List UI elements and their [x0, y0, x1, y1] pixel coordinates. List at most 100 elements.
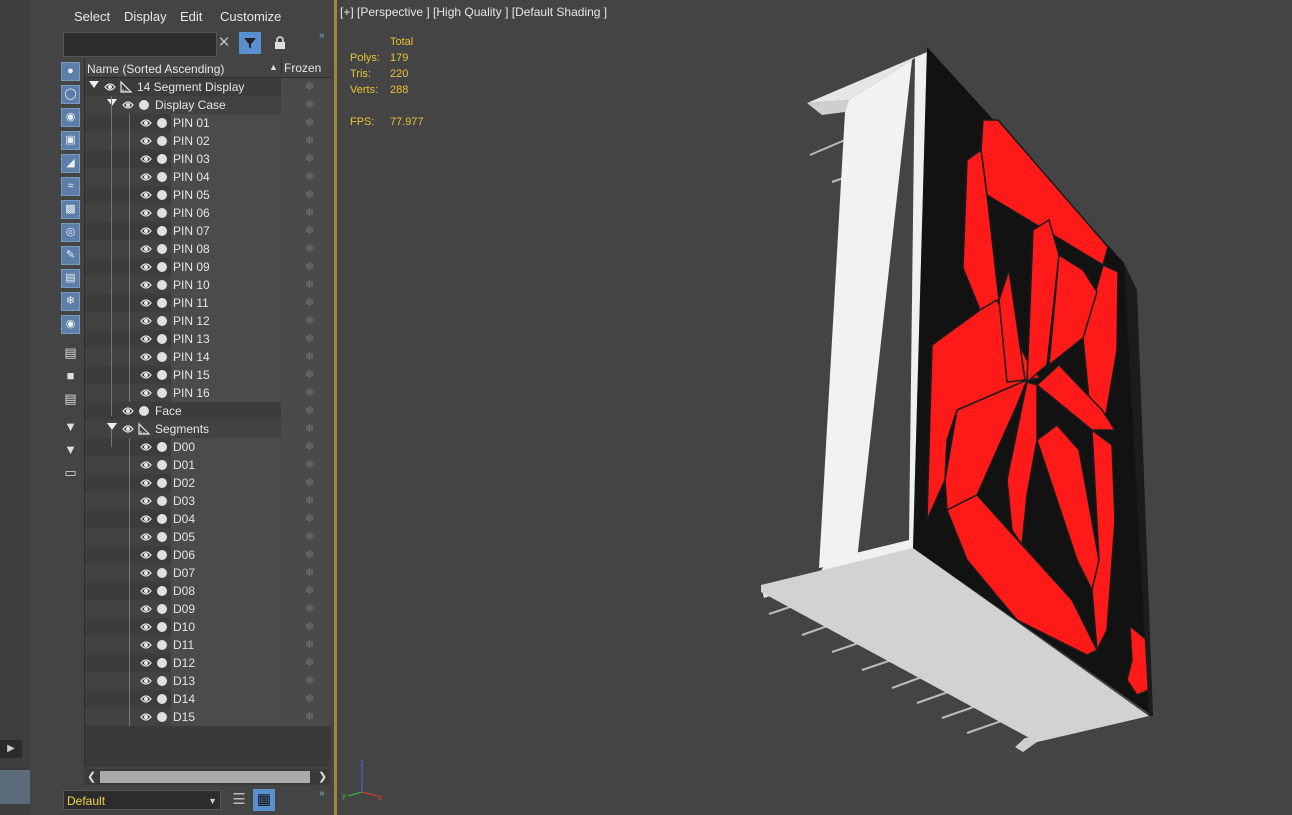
- tree-row-label[interactable]: D13: [171, 672, 195, 690]
- tree-row[interactable]: PIN 12 ❄: [85, 312, 331, 330]
- eye-icon[interactable]: [122, 99, 134, 111]
- eye-icon[interactable]: [140, 333, 152, 345]
- eye-icon[interactable]: [140, 135, 152, 147]
- snowflake-icon[interactable]: ❄: [305, 224, 314, 237]
- eye-icon[interactable]: [140, 117, 152, 129]
- menu-edit[interactable]: Edit: [180, 9, 202, 24]
- tree-row-label[interactable]: D06: [171, 546, 195, 564]
- tree-row[interactable]: D13 ❄: [85, 672, 331, 690]
- expand-toggle-icon[interactable]: [89, 81, 99, 88]
- list-icon[interactable]: ▤: [61, 344, 80, 363]
- horizontal-scrollbar[interactable]: ❮ ❯: [84, 769, 330, 785]
- snowflake-icon[interactable]: ❄: [305, 98, 314, 111]
- snowflake-icon[interactable]: ❄: [305, 278, 314, 291]
- eye-icon[interactable]: [140, 477, 152, 489]
- expand-arrow-icon[interactable]: ▶: [0, 740, 22, 758]
- tree-row[interactable]: PIN 15 ❄: [85, 366, 331, 384]
- tree-row[interactable]: Display Case ❄: [85, 96, 331, 114]
- tree-row[interactable]: PIN 02 ❄: [85, 132, 331, 150]
- menu-display[interactable]: Display: [124, 9, 167, 24]
- tree-row-label[interactable]: PIN 16: [171, 384, 210, 402]
- tree-row[interactable]: PIN 07 ❄: [85, 222, 331, 240]
- tree-row[interactable]: PIN 16 ❄: [85, 384, 331, 402]
- geometry-filter-icon[interactable]: ●: [61, 62, 80, 81]
- tree-row-label[interactable]: D09: [171, 600, 195, 618]
- tree-row-label[interactable]: PIN 09: [171, 258, 210, 276]
- tree-row[interactable]: PIN 06 ❄: [85, 204, 331, 222]
- tree-row-label[interactable]: 14 Segment Display: [135, 78, 244, 96]
- snowflake-icon[interactable]: ❄: [305, 476, 314, 489]
- tree-row-label[interactable]: PIN 15: [171, 366, 210, 384]
- eye-icon[interactable]: [104, 81, 116, 93]
- expand-toggle-icon[interactable]: [107, 99, 117, 106]
- clip-icon[interactable]: ▭: [61, 464, 80, 483]
- tree-row[interactable]: PIN 04 ❄: [85, 168, 331, 186]
- tree-row-label[interactable]: PIN 07: [171, 222, 210, 240]
- eye-icon[interactable]: [140, 513, 152, 525]
- expand-toggle-icon[interactable]: [107, 423, 117, 430]
- search-input[interactable]: [63, 32, 217, 57]
- lock-icon[interactable]: [269, 32, 291, 54]
- scroll-right-icon[interactable]: ❯: [318, 770, 327, 783]
- tree-row-label[interactable]: PIN 12: [171, 312, 210, 330]
- hierarchy-icon[interactable]: ▦: [253, 789, 275, 811]
- snowflake-icon[interactable]: ❄: [305, 260, 314, 273]
- tree-row-label[interactable]: PIN 02: [171, 132, 210, 150]
- tree-row[interactable]: D05 ❄: [85, 528, 331, 546]
- xrefs-filter-icon[interactable]: ◎: [61, 223, 80, 242]
- snowflake-icon[interactable]: ❄: [305, 80, 314, 93]
- eye-icon[interactable]: [140, 369, 152, 381]
- perspective-viewport[interactable]: [+] [Perspective ] [High Quality ] [Defa…: [337, 0, 1292, 815]
- tree-row-label[interactable]: D00: [171, 438, 195, 456]
- eye-icon[interactable]: [140, 207, 152, 219]
- snowflake-icon[interactable]: ❄: [305, 188, 314, 201]
- frozen-filter-icon[interactable]: ❄: [61, 292, 80, 311]
- tree-row-label[interactable]: D05: [171, 528, 195, 546]
- tree-row-label[interactable]: PIN 10: [171, 276, 210, 294]
- snowflake-icon[interactable]: ❄: [305, 566, 314, 579]
- tree-row-label[interactable]: PIN 03: [171, 150, 210, 168]
- tree-row-label[interactable]: D03: [171, 492, 195, 510]
- tree-row[interactable]: D11 ❄: [85, 636, 331, 654]
- column-name-header[interactable]: Name (Sorted Ascending): [87, 62, 224, 76]
- tree-row[interactable]: Segments ❄: [85, 420, 331, 438]
- snowflake-icon[interactable]: ❄: [305, 656, 314, 669]
- eye-icon[interactable]: [140, 675, 152, 687]
- snowflake-icon[interactable]: ❄: [305, 170, 314, 183]
- tree-row[interactable]: D08 ❄: [85, 582, 331, 600]
- groups-filter-icon[interactable]: ▩: [61, 200, 80, 219]
- eye-icon[interactable]: [140, 531, 152, 543]
- tree-row-label[interactable]: Display Case: [153, 96, 226, 114]
- close-icon[interactable]: ✕: [213, 32, 235, 54]
- snowflake-icon[interactable]: ❄: [305, 206, 314, 219]
- tree-row-label[interactable]: D15: [171, 708, 195, 726]
- eye-icon[interactable]: [140, 261, 152, 273]
- cameras-filter-icon[interactable]: ▣: [61, 131, 80, 150]
- tree-row-label[interactable]: D14: [171, 690, 195, 708]
- eye-icon[interactable]: [140, 279, 152, 291]
- tree-row-label[interactable]: D08: [171, 582, 195, 600]
- tree-row-label[interactable]: PIN 08: [171, 240, 210, 258]
- all-icon[interactable]: ■: [61, 367, 80, 386]
- eye-icon[interactable]: [140, 189, 152, 201]
- layers-icon[interactable]: ☰: [228, 789, 250, 811]
- tree-row[interactable]: PIN 08 ❄: [85, 240, 331, 258]
- tree-row-label[interactable]: D01: [171, 456, 195, 474]
- tree-row[interactable]: D10 ❄: [85, 618, 331, 636]
- tree-row-label[interactable]: PIN 01: [171, 114, 210, 132]
- tree-row-label[interactable]: PIN 05: [171, 186, 210, 204]
- eye-icon[interactable]: [140, 171, 152, 183]
- tree-row-label[interactable]: D04: [171, 510, 195, 528]
- shapes-filter-icon[interactable]: ◯: [61, 85, 80, 104]
- tree-row-label[interactable]: PIN 11: [171, 294, 209, 312]
- tree-row[interactable]: D00 ❄: [85, 438, 331, 456]
- eye-icon[interactable]: [140, 693, 152, 705]
- eye-icon[interactable]: [140, 387, 152, 399]
- eye-icon[interactable]: [140, 603, 152, 615]
- snowflake-icon[interactable]: ❄: [305, 242, 314, 255]
- tree-row-label[interactable]: PIN 13: [171, 330, 210, 348]
- tree-row-label[interactable]: D02: [171, 474, 195, 492]
- tree-row[interactable]: PIN 03 ❄: [85, 150, 331, 168]
- tree-row[interactable]: D04 ❄: [85, 510, 331, 528]
- tree-row[interactable]: 14 Segment Display ❄: [85, 78, 331, 96]
